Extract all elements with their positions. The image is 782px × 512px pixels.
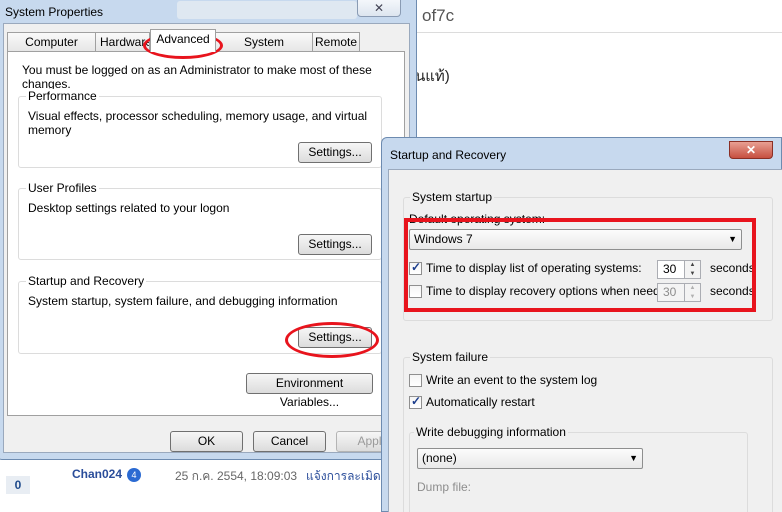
window-title: System Properties	[5, 5, 104, 19]
tab-hardware[interactable]: Hardware	[95, 32, 150, 51]
user-profiles-settings-button[interactable]: Settings...	[298, 234, 372, 255]
group-title: System startup	[410, 190, 495, 204]
checkmark-icon: ✓	[410, 394, 422, 408]
select-value: (none)	[422, 451, 457, 465]
user-badge: 4	[127, 468, 141, 482]
close-button[interactable]: ✕	[729, 141, 773, 159]
environment-variables-button[interactable]: Environment Variables...	[246, 373, 373, 409]
tab-computer-name[interactable]: Computer Name	[7, 32, 96, 67]
group-description: Desktop settings related to your logon	[28, 201, 230, 215]
debug-info-select[interactable]: (none) ▼	[417, 448, 643, 469]
write-event-checkbox[interactable]	[409, 374, 422, 387]
auto-restart-checkbox[interactable]: ✓	[409, 394, 422, 409]
group-title: Write debugging information	[414, 425, 568, 439]
tab-system-protection[interactable]: System Protection	[215, 32, 313, 67]
title-bar-glare	[177, 1, 357, 19]
close-icon: ✕	[745, 143, 757, 157]
annotation-settings-button	[285, 322, 379, 358]
comment-count: 0	[6, 476, 30, 494]
browser-address-bar: of7c	[410, 0, 782, 33]
post-date: 25 ก.ค. 2554, 18:09:03	[175, 469, 298, 483]
report-link[interactable]: แจ้งการละเมิด	[306, 467, 381, 486]
group-title: User Profiles	[26, 181, 99, 195]
startup-recovery-window: Startup and Recovery ✕ System startup De…	[381, 137, 782, 512]
tab-advanced[interactable]: Advanced	[150, 29, 216, 52]
chevron-down-icon: ▼	[629, 453, 638, 463]
group-title: System failure	[410, 350, 491, 364]
tab-remote[interactable]: Remote	[312, 32, 360, 51]
advanced-tab-page: You must be logged on as an Administrato…	[7, 51, 405, 416]
group-description: Visual effects, processor scheduling, me…	[28, 109, 368, 137]
write-event-label: Write an event to the system log	[426, 373, 598, 387]
user-profiles-group: User Profiles Desktop settings related t…	[18, 181, 382, 260]
close-button[interactable]: ✕	[357, 0, 401, 17]
dialog-body: Computer Name Hardware Advanced System P…	[3, 23, 410, 453]
group-title: Performance	[26, 89, 99, 103]
ok-button[interactable]: OK	[170, 431, 243, 452]
dump-file-label: Dump file:	[417, 480, 472, 494]
performance-group: Performance Visual effects, processor sc…	[18, 89, 382, 168]
system-properties-window: System Properties ✕ Computer Name Hardwa…	[0, 0, 417, 460]
performance-settings-button[interactable]: Settings...	[298, 142, 372, 163]
auto-restart-label: Automatically restart	[426, 395, 535, 409]
page-text-fragment: นแท้)	[415, 68, 450, 85]
username-link[interactable]: Chan024	[72, 467, 122, 481]
annotation-system-startup	[404, 218, 756, 312]
address-fragment: of7c	[422, 6, 455, 25]
admin-notice: You must be logged on as an Administrato…	[22, 63, 372, 91]
cancel-button[interactable]: Cancel	[253, 431, 326, 452]
debug-info-group: Write debugging information (none) ▼ Dum…	[409, 425, 748, 512]
group-title: Startup and Recovery	[26, 274, 147, 288]
window-title: Startup and Recovery	[390, 148, 507, 162]
close-icon: ✕	[373, 1, 385, 15]
group-description: System startup, system failure, and debu…	[28, 294, 338, 308]
